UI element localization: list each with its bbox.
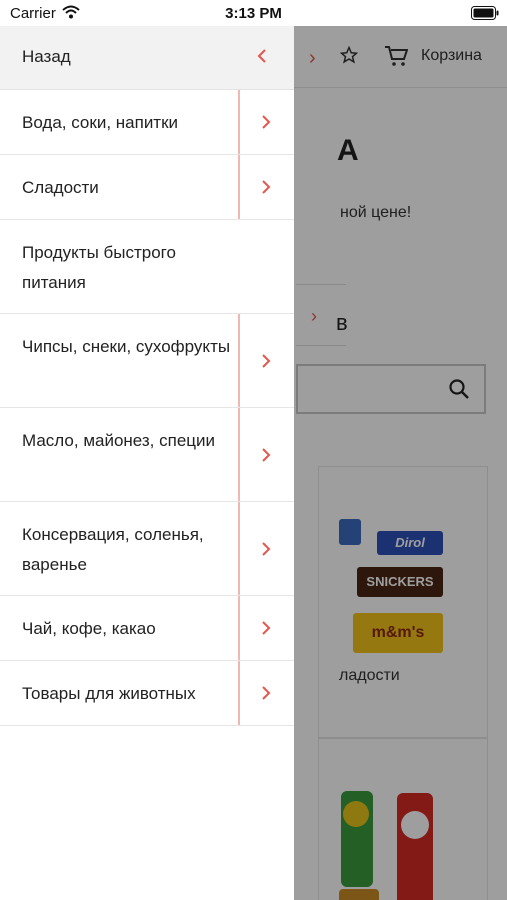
menu-item-label: Чай, кофе, какао <box>22 619 156 638</box>
chevron-left-icon <box>257 48 267 69</box>
divider <box>238 90 240 154</box>
divider <box>238 314 240 407</box>
status-time: 3:13 PM <box>225 5 282 22</box>
menu-item-label: Масло, майонез, специи <box>22 431 216 450</box>
menu-item-label: Товары для животных <box>22 684 196 703</box>
divider <box>238 502 240 595</box>
chevron-right-icon[interactable] <box>261 179 271 200</box>
menu-item-label: Вода, соки, напитки <box>22 113 179 132</box>
menu-item-oil[interactable]: Масло, майонез, специи <box>0 408 294 502</box>
chevron-right-icon[interactable] <box>261 353 271 374</box>
battery-icon <box>471 6 499 25</box>
divider <box>238 155 240 219</box>
menu-item-label: Консервация, соленья, варенье <box>22 525 204 574</box>
chevron-right-icon[interactable] <box>261 541 271 562</box>
divider <box>238 596 240 660</box>
menu-item-chips[interactable]: Чипсы, снеки, сухофрукты <box>0 314 294 408</box>
menu-item-sweets[interactable]: Сладости <box>0 155 294 220</box>
menu-item-drinks[interactable]: Вода, соки, напитки <box>0 90 294 155</box>
menu-item-label: Сладости <box>22 178 99 197</box>
chevron-right-icon[interactable] <box>261 114 271 135</box>
divider <box>238 408 240 501</box>
back-label: Назад <box>22 47 71 66</box>
menu-item-tea[interactable]: Чай, кофе, какао <box>0 596 294 661</box>
menu-item-label: Продукты быстрого питания <box>22 243 176 292</box>
menu-item-pets[interactable]: Товары для животных <box>0 661 294 726</box>
divider <box>238 661 240 725</box>
menu-item-fast-food[interactable]: Продукты быстрого питания <box>0 220 294 314</box>
chevron-right-icon[interactable] <box>261 685 271 706</box>
menu-item-label: Чипсы, снеки, сухофрукты <box>22 337 231 356</box>
menu-item-preserves[interactable]: Консервация, соленья, варенье <box>0 502 294 596</box>
chevron-right-icon[interactable] <box>261 620 271 641</box>
status-bar: Carrier 3:13 PM <box>0 0 507 26</box>
category-drawer: Назад Вода, соки, напитки Сладости Проду… <box>0 26 294 900</box>
chevron-right-icon[interactable] <box>261 447 271 468</box>
back-button[interactable]: Назад <box>0 26 294 90</box>
